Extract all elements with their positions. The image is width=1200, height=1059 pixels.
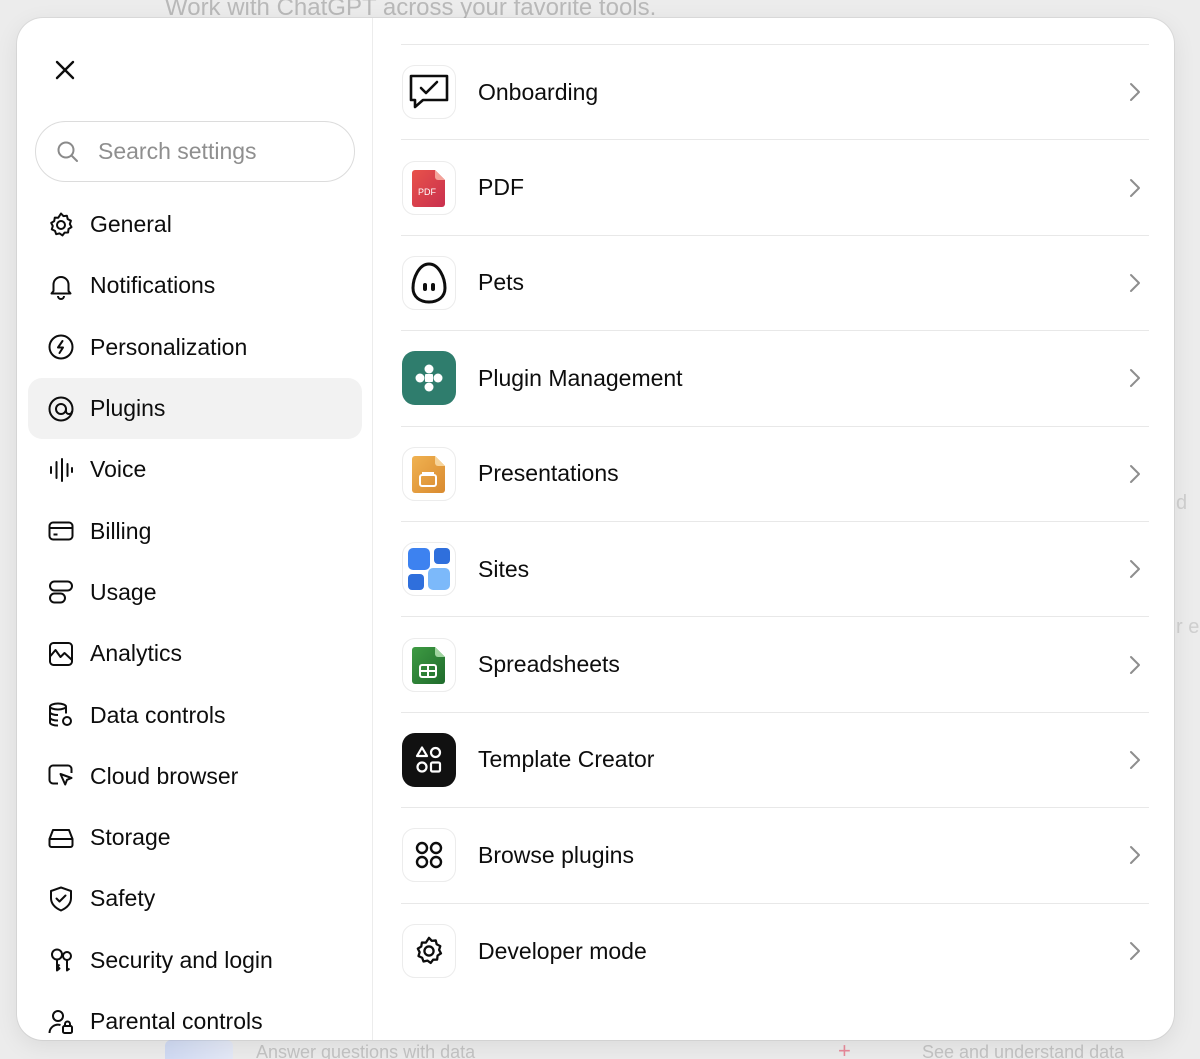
sparkle-icon: + — [838, 1038, 851, 1059]
waveform-icon — [46, 455, 76, 485]
search-input[interactable] — [98, 138, 338, 165]
sites-icon — [402, 542, 456, 597]
security-icon — [46, 945, 76, 975]
chevron-right-icon — [1125, 939, 1145, 963]
sidebar-item-analytics[interactable]: Analytics — [28, 623, 362, 684]
plugin-label: Template Creator — [478, 746, 655, 773]
plugin-row-developer-mode[interactable]: Developer mode — [401, 904, 1149, 999]
plugin-row-spreadsheets[interactable]: Spreadsheets — [401, 617, 1149, 713]
sidebar-item-general[interactable]: General — [28, 194, 362, 255]
plugin-management-icon — [402, 351, 456, 406]
plugin-label: PDF — [478, 174, 524, 201]
background-text-fragment: d — [1176, 492, 1188, 514]
plugin-label: Plugin Management — [478, 364, 683, 391]
browse-grid-icon — [402, 828, 456, 883]
sidebar-item-parental-controls[interactable]: Parental controls — [28, 991, 362, 1040]
sidebar-item-label: Cloud browser — [90, 762, 239, 789]
pet-egg-icon — [402, 255, 456, 310]
sidebar-item-storage[interactable]: Storage — [28, 807, 362, 868]
chevron-right-icon — [1125, 462, 1145, 486]
plugins-panel: Onboarding PDF PDF Pets Plugin Managemen… — [401, 18, 1149, 1040]
search-icon — [56, 139, 82, 165]
parental-icon — [46, 1007, 76, 1037]
close-icon — [55, 60, 75, 80]
bell-icon — [46, 271, 76, 301]
search-box[interactable] — [35, 121, 355, 182]
plugin-row-presentations[interactable]: Presentations — [401, 427, 1149, 522]
analytics-icon — [46, 639, 76, 669]
background-footer-text: Answer questions with data — [256, 1042, 476, 1059]
sidebar-item-label: Personalization — [90, 333, 248, 360]
sidebar-item-personalization[interactable]: Personalization — [28, 317, 362, 378]
plugin-label: Presentations — [478, 460, 619, 487]
background-tile — [165, 1040, 233, 1059]
sidebar-item-safety[interactable]: Safety — [28, 868, 362, 929]
plugin-list: Onboarding PDF PDF Pets Plugin Managemen… — [401, 45, 1149, 999]
chevron-right-icon — [1125, 80, 1145, 104]
plugin-row-browse-plugins[interactable]: Browse plugins — [401, 808, 1149, 904]
sidebar-item-cloud-browser[interactable]: Cloud browser — [28, 746, 362, 807]
settings-sidebar: General Notifications Personalization Pl… — [17, 18, 373, 1040]
sidebar-item-label: Plugins — [90, 395, 166, 422]
sidebar-item-label: Data controls — [90, 701, 226, 728]
settings-nav: General Notifications Personalization Pl… — [28, 194, 362, 1040]
chevron-right-icon — [1125, 271, 1145, 295]
sidebar-item-plugins[interactable]: Plugins — [28, 377, 362, 440]
settings-modal: General Notifications Personalization Pl… — [17, 18, 1174, 1040]
personalization-icon — [46, 332, 76, 362]
background-footer-text: See and understand data — [922, 1042, 1125, 1059]
plugin-label: Sites — [478, 555, 530, 582]
sidebar-item-label: General — [90, 211, 172, 238]
chevron-right-icon — [1125, 843, 1145, 867]
plugin-row-onboarding[interactable]: Onboarding — [401, 45, 1149, 141]
spreadsheet-icon — [402, 637, 456, 692]
sidebar-item-data-controls[interactable]: Data controls — [28, 684, 362, 745]
background-text-fragment: r e — [1176, 616, 1200, 638]
pdf-icon: PDF — [402, 160, 456, 215]
plugin-row-plugin-management[interactable]: Plugin Management — [401, 331, 1149, 427]
plugins-icon — [46, 394, 76, 424]
sidebar-item-label: Storage — [90, 824, 171, 851]
pdf-icon-text: PDF — [418, 187, 437, 197]
chevron-right-icon — [1125, 748, 1145, 772]
plugin-label: Browse plugins — [478, 841, 634, 868]
sidebar-item-label: Parental controls — [90, 1008, 263, 1034]
sidebar-item-usage[interactable]: Usage — [28, 562, 362, 623]
sidebar-item-label: Notifications — [90, 272, 216, 299]
sidebar-item-label: Analytics — [90, 640, 183, 667]
sidebar-item-billing[interactable]: Billing — [28, 500, 362, 561]
sidebar-item-security[interactable]: Security and login — [28, 930, 362, 991]
plugin-label: Onboarding — [478, 78, 599, 105]
presentations-icon — [402, 446, 456, 501]
plugin-row-pets[interactable]: Pets — [401, 236, 1149, 332]
plugin-row-template-creator[interactable]: Template Creator — [401, 713, 1149, 809]
cloud-browser-icon — [46, 761, 76, 791]
plugin-label: Spreadsheets — [478, 651, 620, 678]
plugin-label: Developer mode — [478, 937, 647, 964]
close-button[interactable] — [47, 52, 83, 88]
template-creator-icon — [402, 732, 456, 787]
plugin-row-sites[interactable]: Sites — [401, 522, 1149, 618]
sidebar-item-voice[interactable]: Voice — [28, 439, 362, 500]
shield-icon — [46, 884, 76, 914]
card-icon — [46, 516, 76, 546]
sidebar-item-label: Voice — [90, 456, 147, 483]
sidebar-item-notifications[interactable]: Notifications — [28, 255, 362, 316]
chat-check-icon — [402, 65, 456, 120]
database-icon — [46, 700, 76, 730]
sidebar-item-label: Usage — [90, 578, 157, 605]
sidebar-item-label: Safety — [90, 885, 156, 912]
sidebar-item-label: Security and login — [90, 946, 273, 973]
chevron-right-icon — [1125, 176, 1145, 200]
gear-icon — [402, 924, 456, 979]
gear-icon — [46, 210, 76, 240]
plugin-row-pdf[interactable]: PDF PDF — [401, 140, 1149, 236]
chevron-right-icon — [1125, 653, 1145, 677]
sidebar-item-label: Billing — [90, 517, 152, 544]
chevron-right-icon — [1125, 366, 1145, 390]
chevron-right-icon — [1125, 557, 1145, 581]
storage-icon — [46, 823, 76, 853]
usage-icon — [46, 577, 76, 607]
plugin-label: Pets — [478, 269, 525, 296]
